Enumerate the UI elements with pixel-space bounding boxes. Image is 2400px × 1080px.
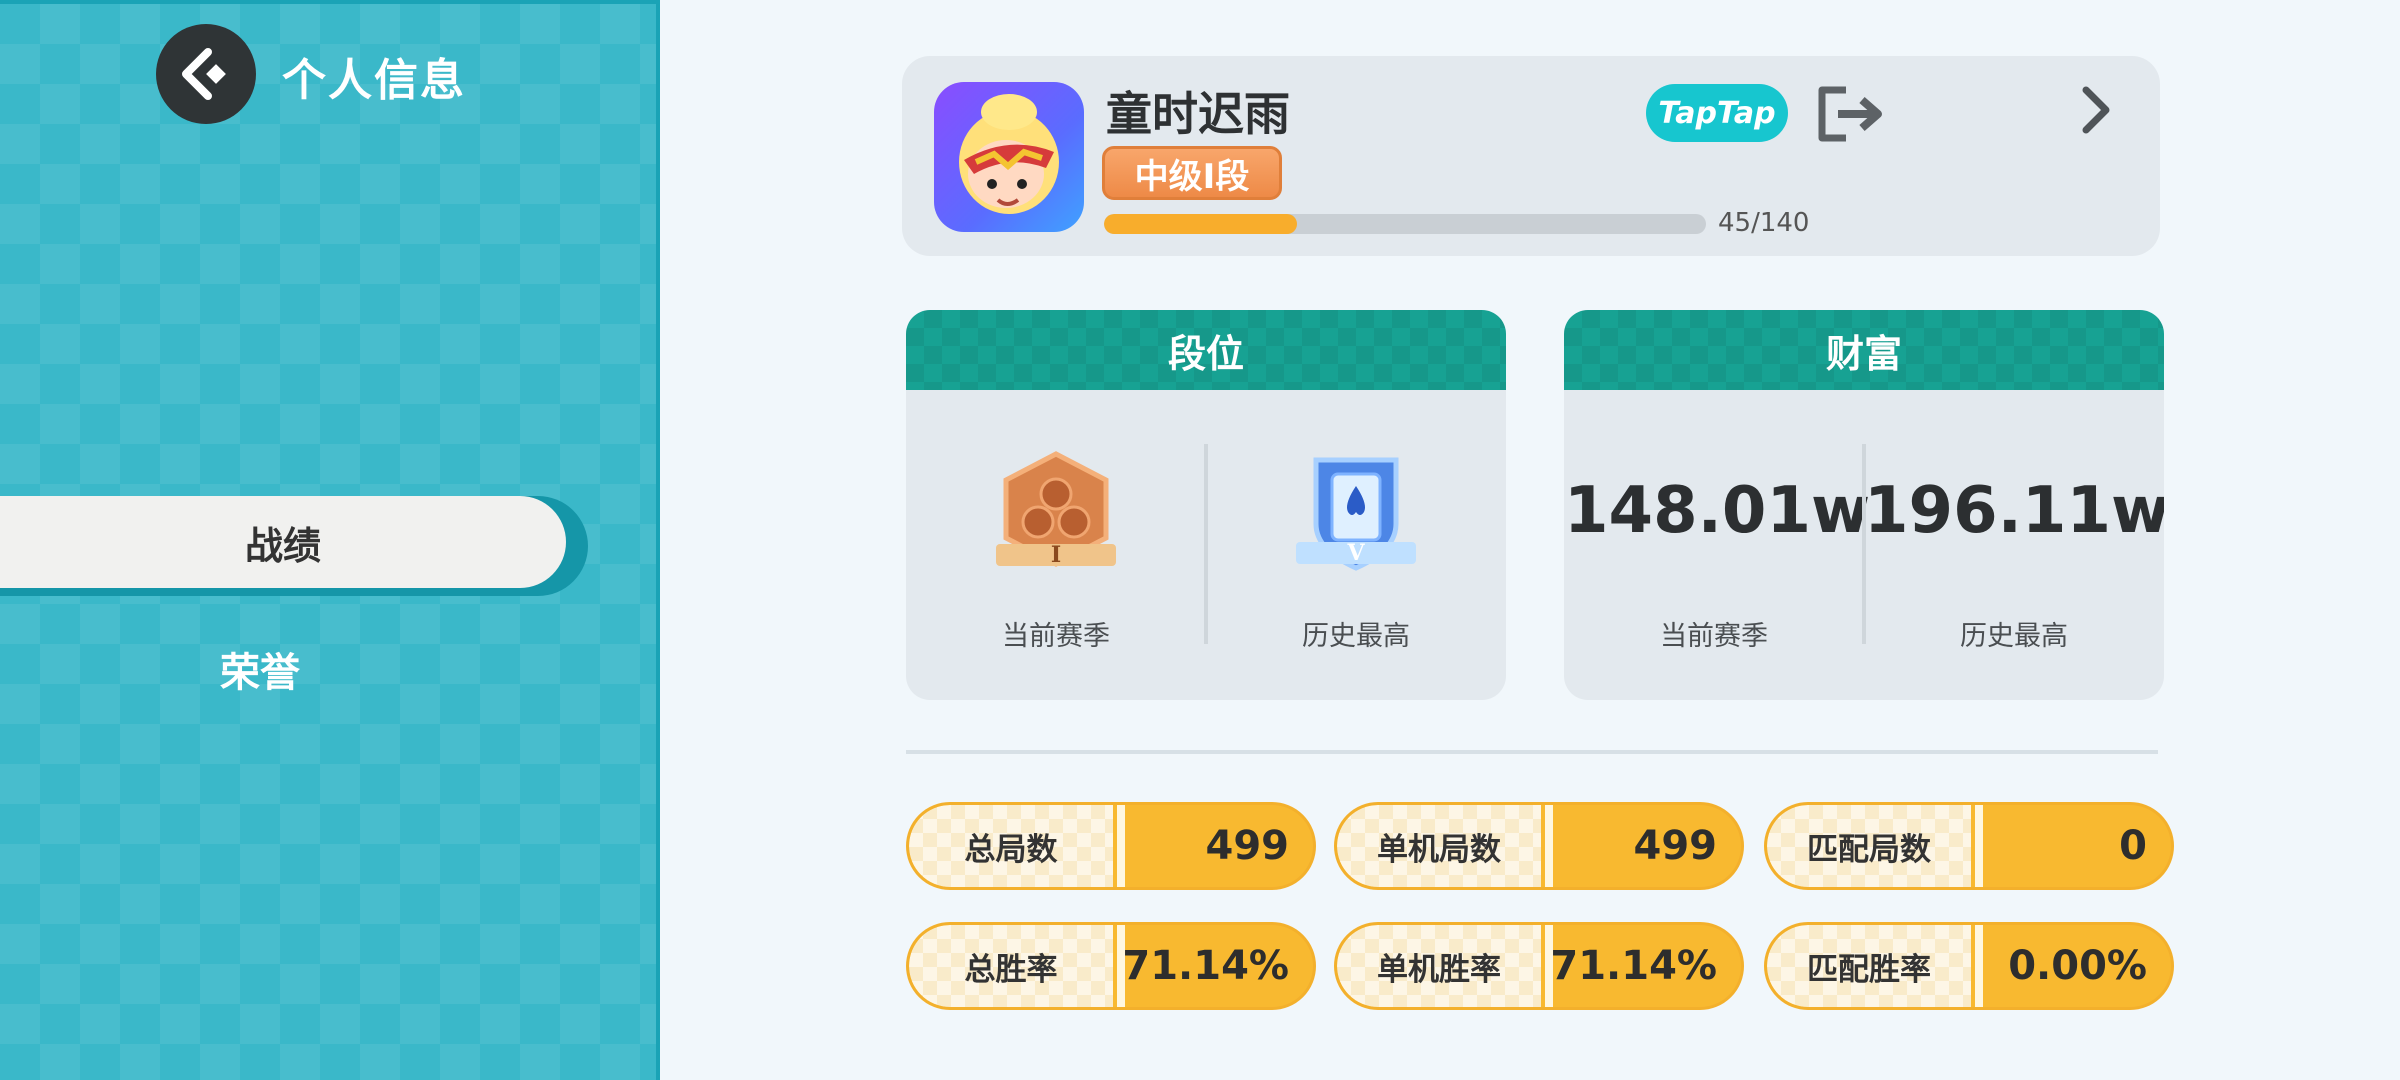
wealth-current-label: 当前赛季 [1660, 621, 1768, 652]
stat-solo-games: 单机局数 499 [1334, 802, 1744, 890]
rank-history-best[interactable]: V 历史最高 [1206, 390, 1506, 700]
pill-stripe [1545, 805, 1553, 887]
sidebar-item-records[interactable]: 战绩 [0, 496, 588, 596]
wealth-panel: 财富 148.01w 当前赛季 196.11w 历史最高 [1564, 310, 2164, 700]
svg-text:V: V [1346, 540, 1365, 566]
wealth-current-value: 148.01w [1564, 474, 1871, 548]
stat-label: 总胜率 [909, 925, 1113, 1007]
stat-value: 499 [1205, 823, 1290, 869]
wealth-panel-title: 财富 [1564, 310, 2164, 390]
profile-card[interactable]: 童时迟雨 中级I段 45/140 TapTap [902, 56, 2160, 256]
avatar[interactable] [934, 82, 1084, 232]
rank-badge: 中级I段 [1102, 146, 1282, 200]
wealth-best-value: 196.11w [1864, 474, 2164, 548]
wealth-current-season[interactable]: 148.01w 当前赛季 [1564, 390, 1871, 700]
page-title: 个人信息 [282, 55, 466, 106]
stat-label: 单机胜率 [1337, 925, 1541, 1007]
logout-icon[interactable] [1816, 84, 1886, 144]
stat-value: 0.00% [2008, 943, 2147, 989]
username: 童时迟雨 [1106, 87, 1290, 141]
back-icon [182, 48, 226, 100]
rank-panel-title: 段位 [906, 310, 1506, 390]
sidebar: 个人信息 战绩 荣誉 [0, 0, 660, 1080]
level-progress-text: 45/140 [1718, 208, 1810, 238]
sidebar-item-label: 战绩 [0, 496, 566, 588]
wealth-best-label: 历史最高 [1960, 621, 2068, 652]
stat-label: 匹配局数 [1767, 805, 1971, 887]
stat-solo-winrate: 单机胜率 71.14% [1334, 922, 1744, 1010]
diamond-rank-medal-icon: V [1296, 457, 1416, 571]
pill-stripe [1117, 805, 1125, 887]
stat-value: 71.14% [1550, 943, 1717, 989]
rank-panel: 段位 I 当前赛季 V 历史最高 [906, 310, 1506, 700]
stat-label: 匹配胜率 [1767, 925, 1971, 1007]
stat-value: 71.14% [1122, 943, 1289, 989]
svg-text:I: I [1051, 542, 1061, 568]
pill-stripe [1975, 925, 1983, 1007]
stat-label: 总局数 [909, 805, 1113, 887]
stat-value: 499 [1633, 823, 1718, 869]
back-button[interactable] [156, 24, 256, 124]
chevron-right-icon[interactable] [2074, 84, 2118, 136]
stat-match-winrate: 匹配胜率 0.00% [1764, 922, 2174, 1010]
pill-stripe [1975, 805, 1983, 887]
level-progress-fill [1104, 214, 1298, 234]
level-progress-bar [1104, 214, 1706, 234]
stat-total-games: 总局数 499 [906, 802, 1316, 890]
rank-best-label: 历史最高 [1302, 621, 1410, 652]
rank-current-season[interactable]: I 当前赛季 [906, 390, 1206, 700]
taptap-badge[interactable]: TapTap [1646, 84, 1788, 142]
sidebar-item-honors[interactable]: 荣誉 [0, 634, 520, 704]
stat-value: 0 [2119, 823, 2147, 869]
bronze-rank-medal-icon: I [996, 451, 1116, 568]
stat-match-games: 匹配局数 0 [1764, 802, 2174, 890]
avatar-character-icon [959, 94, 1059, 214]
stat-label: 单机局数 [1337, 805, 1541, 887]
stat-total-winrate: 总胜率 71.14% [906, 922, 1316, 1010]
rank-current-label: 当前赛季 [1002, 621, 1110, 652]
section-divider [906, 750, 2158, 754]
wealth-history-best[interactable]: 196.11w 历史最高 [1864, 390, 2164, 700]
